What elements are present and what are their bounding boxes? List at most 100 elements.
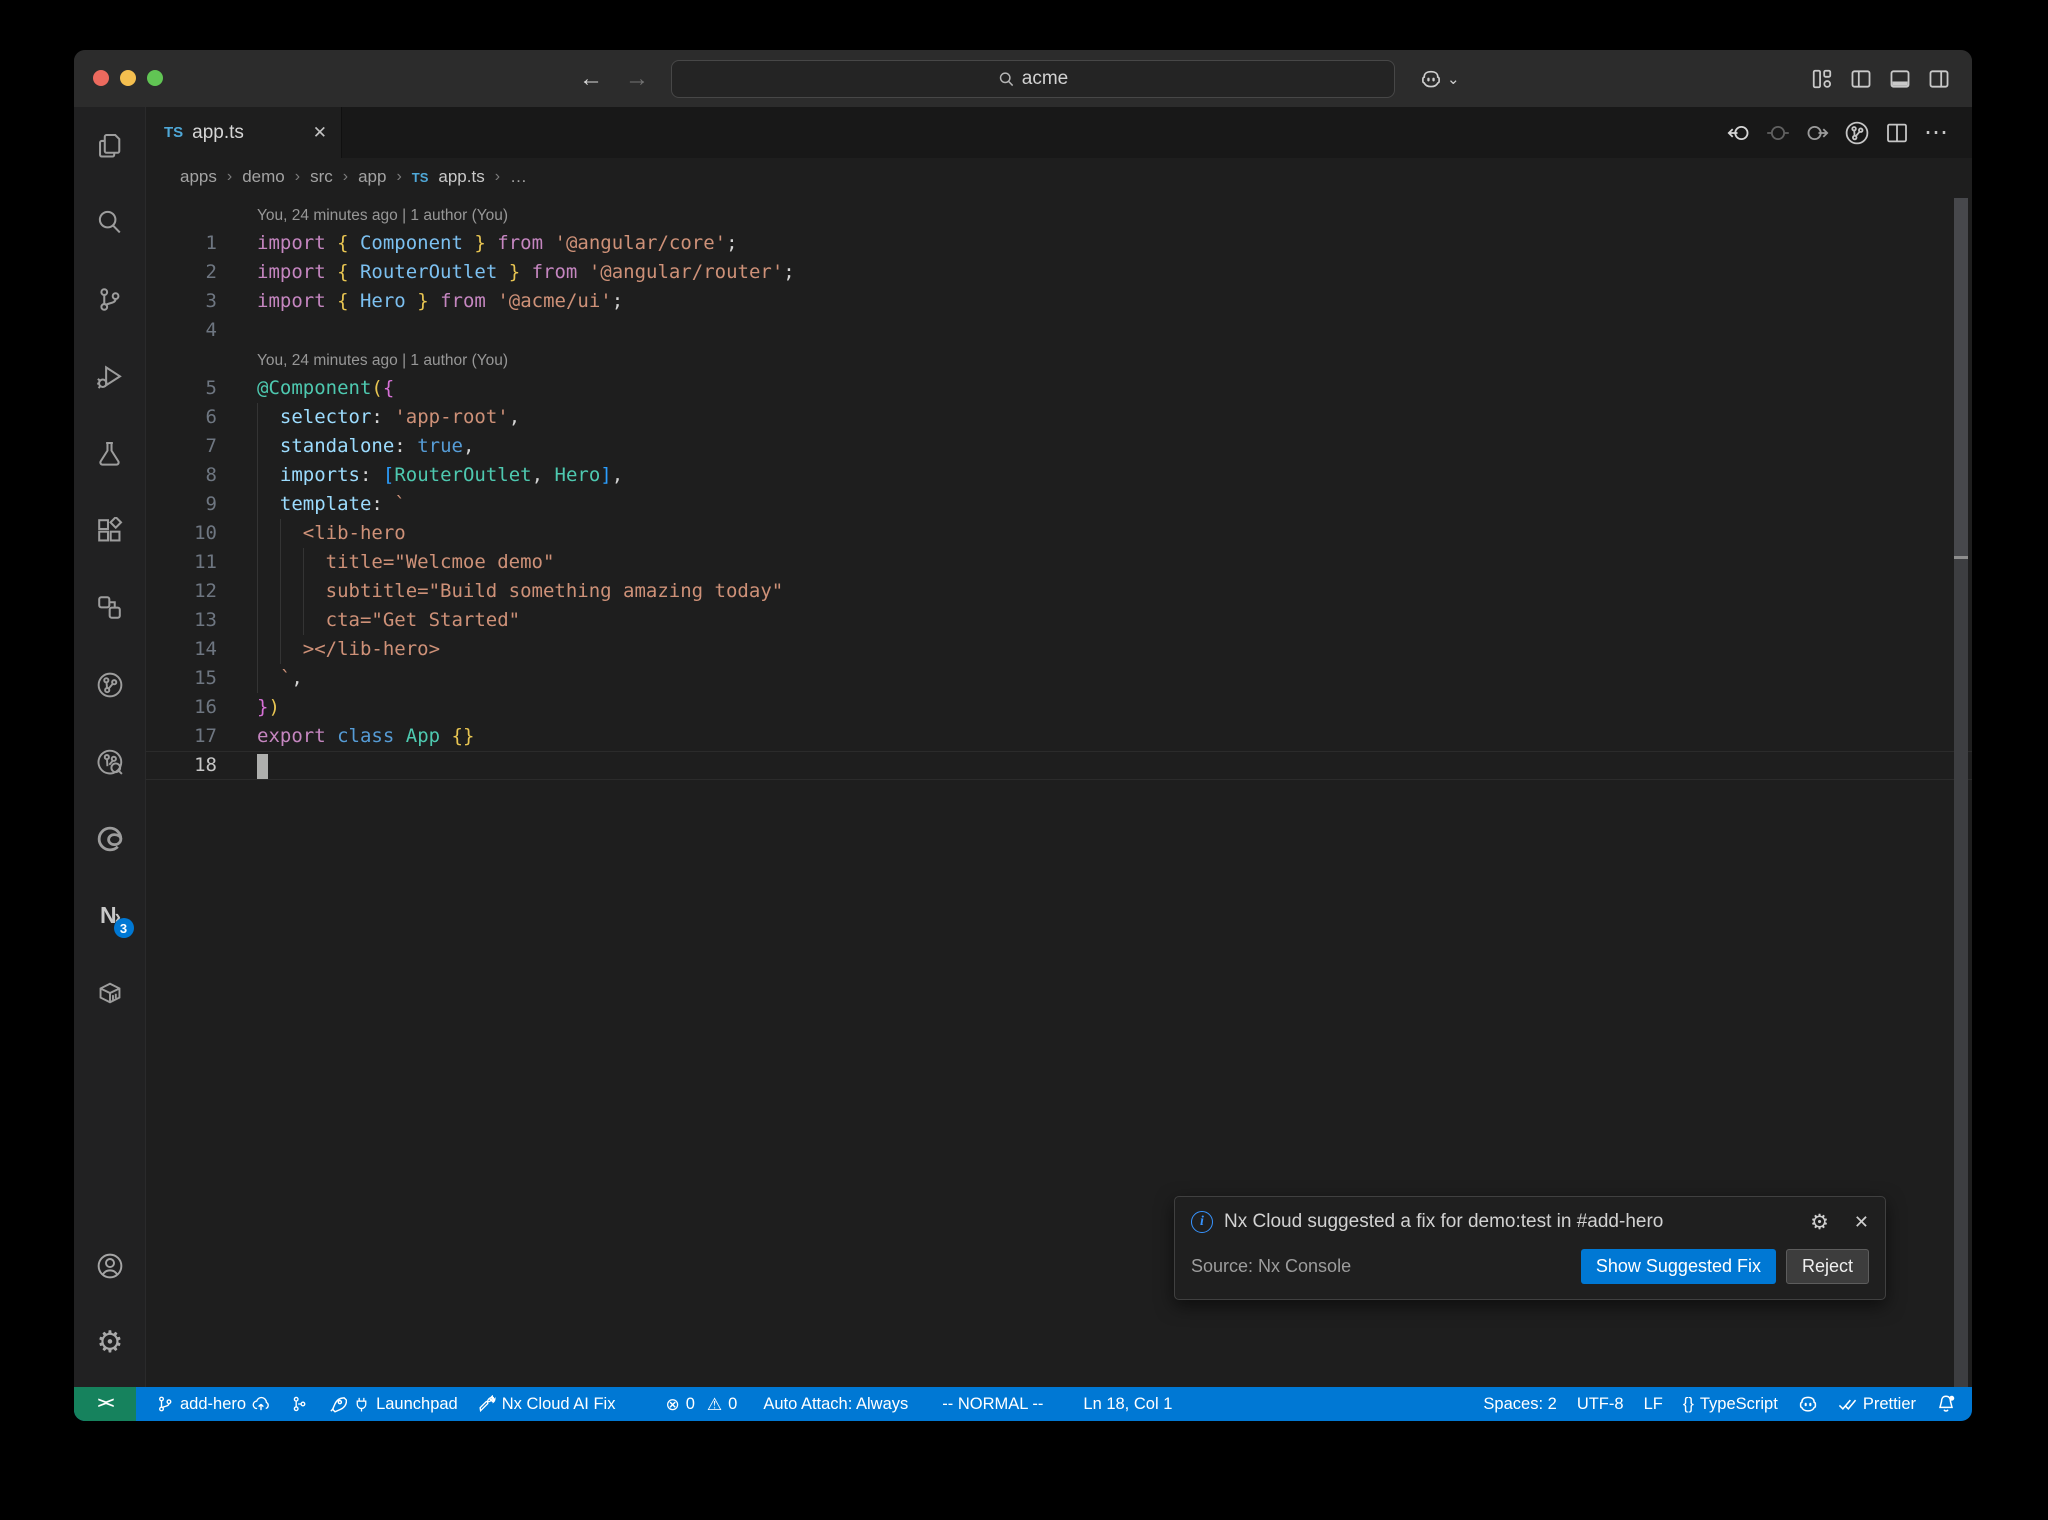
navigate-forward-icon[interactable]: → [625,66,649,91]
code-line[interactable]: 15 `, [146,664,1972,693]
account-icon [97,1253,123,1278]
search-icon [999,71,1013,86]
nx-cloud-fix-indicator[interactable]: Nx Cloud AI Fix [468,1387,626,1421]
tab-bar: TS app.ts ✕ ⋯ [146,107,1972,158]
notification-close-icon[interactable]: ✕ [1854,1212,1869,1233]
cloud-upload-icon [252,1396,269,1411]
sidebar-item-edge-tools[interactable] [74,800,146,877]
eol-indicator[interactable]: LF [1634,1387,1673,1421]
launchpad-indicator[interactable]: Launchpad [318,1387,468,1421]
account-button[interactable] [74,1227,146,1304]
code-line[interactable]: 3 import { Hero } from '@acme/ui'; [146,287,1972,316]
customize-layout-icon[interactable] [1811,68,1833,90]
code-line[interactable]: 16}) [146,693,1972,722]
breadcrumb-file[interactable]: app.ts [438,167,484,187]
git-blame-annotation[interactable]: You, 24 minutes ago | 1 author (You) [146,200,1972,229]
code-line[interactable]: 14 ></lib-hero> [146,635,1972,664]
toggle-secondary-sidebar-icon[interactable] [1928,68,1950,90]
git-blame-annotation[interactable]: You, 24 minutes ago | 1 author (You) [146,345,1972,374]
zoom-window-button[interactable] [147,70,163,86]
git-actions-indicator[interactable] [280,1387,318,1421]
code-line[interactable]: 17 export class App {} [146,722,1972,751]
code-line[interactable]: 12 subtitle="Build something amazing tod… [146,577,1972,606]
copilot-status[interactable] [1788,1387,1828,1421]
encoding-label: UTF-8 [1576,1394,1624,1413]
code-line[interactable]: 8 imports: [RouterOutlet, Hero], [146,461,1972,490]
sidebar-item-source-control[interactable] [74,261,146,338]
code-line[interactable]: 13 cta="Get Started" [146,606,1972,635]
code-line[interactable]: 4 [146,316,1972,345]
show-suggested-fix-button[interactable]: Show Suggested Fix [1580,1249,1776,1284]
remote-indicator[interactable]: >< [74,1387,136,1421]
eol-label: LF [1643,1394,1663,1413]
indent-guide [257,432,258,461]
code-line[interactable]: 6 selector: 'app-root', [146,403,1972,432]
sidebar-item-explorer[interactable] [74,107,146,184]
auto-attach-indicator[interactable]: Auto Attach: Always [753,1387,918,1421]
indentation-indicator[interactable]: Spaces: 2 [1473,1387,1566,1421]
reject-button[interactable]: Reject [1785,1249,1869,1284]
breadcrumb-item[interactable]: src [310,167,333,187]
code-line[interactable]: 18 [146,751,1972,780]
sidebar-item-projects[interactable] [74,569,146,646]
sidebar-item-nx-console[interactable]: N› 3 [74,877,146,954]
nav-middle-icon[interactable] [1766,121,1790,145]
code-line[interactable]: 9 template: ` [146,490,1972,519]
timeline-icon[interactable] [1844,120,1870,146]
tab-app-ts[interactable]: TS app.ts ✕ [146,107,342,158]
source-control-icon [100,288,120,311]
gear-icon: ⚙ [96,1325,124,1359]
breadcrumb-item[interactable]: app [358,167,386,187]
problems-indicator[interactable]: ⊗ 0 ⚠ 0 [655,1387,747,1421]
toggle-sidebar-icon[interactable] [1850,68,1872,90]
nav-back-icon[interactable] [1727,121,1751,145]
code-line[interactable]: 2 import { RouterOutlet } from '@angular/… [146,258,1972,287]
code-line[interactable]: 11 title="Welcmoe demo" [146,548,1972,577]
code-line[interactable]: 5 @Component({ [146,374,1972,403]
sidebar-item-run-debug[interactable] [74,338,146,415]
prettier-indicator[interactable]: Prettier [1828,1387,1926,1421]
minimize-window-button[interactable] [120,70,136,86]
branch-indicator[interactable]: add-hero [146,1387,280,1421]
breadcrumb-item[interactable]: demo [242,167,285,187]
navigate-back-icon[interactable]: ← [579,66,603,91]
indent-guide [257,519,258,548]
error-icon: ⊗ [665,1394,680,1414]
sidebar-item-search[interactable] [74,184,146,261]
nx-cloud-fix-label: Nx Cloud AI Fix [501,1394,616,1413]
notification-settings-icon[interactable]: ⚙ [1810,1212,1829,1233]
bell-dot-icon [1939,1395,1955,1412]
copilot-menu[interactable]: ⌄ [1420,50,1460,107]
sidebar-item-extensions[interactable] [74,492,146,569]
sidebar-item-git-history[interactable] [74,723,146,800]
scrollbar-thumb[interactable] [1954,198,1968,556]
info-icon: i [1191,1211,1213,1233]
prettier-label: Prettier [1862,1394,1916,1413]
notifications-bell[interactable] [1926,1387,1972,1421]
container-box-icon [99,982,120,1003]
vim-mode-indicator[interactable]: -- NORMAL -- [932,1387,1053,1421]
indent-guide [302,577,304,606]
nav-forward-icon[interactable] [1805,121,1829,145]
sidebar-item-git-graph[interactable] [74,646,146,723]
sidebar-item-containers[interactable] [74,954,146,1031]
branch-name: add-hero [180,1394,247,1413]
breadcrumb-more[interactable]: … [510,167,527,187]
nx-badge: 3 [113,918,134,938]
settings-button[interactable]: ⚙ [74,1304,146,1381]
toggle-panel-icon[interactable] [1889,68,1911,90]
code-line[interactable]: 1 import { Component } from '@angular/cor… [146,229,1972,258]
breadcrumb-item[interactable]: apps [180,167,217,187]
split-editor-icon[interactable] [1885,121,1909,145]
cursor-position-indicator[interactable]: Ln 18, Col 1 [1073,1387,1182,1421]
code-line[interactable]: 7 standalone: true, [146,432,1972,461]
close-window-button[interactable] [93,70,109,86]
command-center-search[interactable]: acme [671,60,1395,98]
language-indicator[interactable]: {} TypeScript [1673,1387,1788,1421]
encoding-indicator[interactable]: UTF-8 [1567,1387,1634,1421]
sidebar-item-testing[interactable] [74,415,146,492]
indent-guide [257,548,258,577]
code-line[interactable]: 10 <lib-hero [146,519,1972,548]
close-tab-icon[interactable]: ✕ [313,123,327,143]
editor-scrollbar[interactable] [1954,198,1968,1387]
